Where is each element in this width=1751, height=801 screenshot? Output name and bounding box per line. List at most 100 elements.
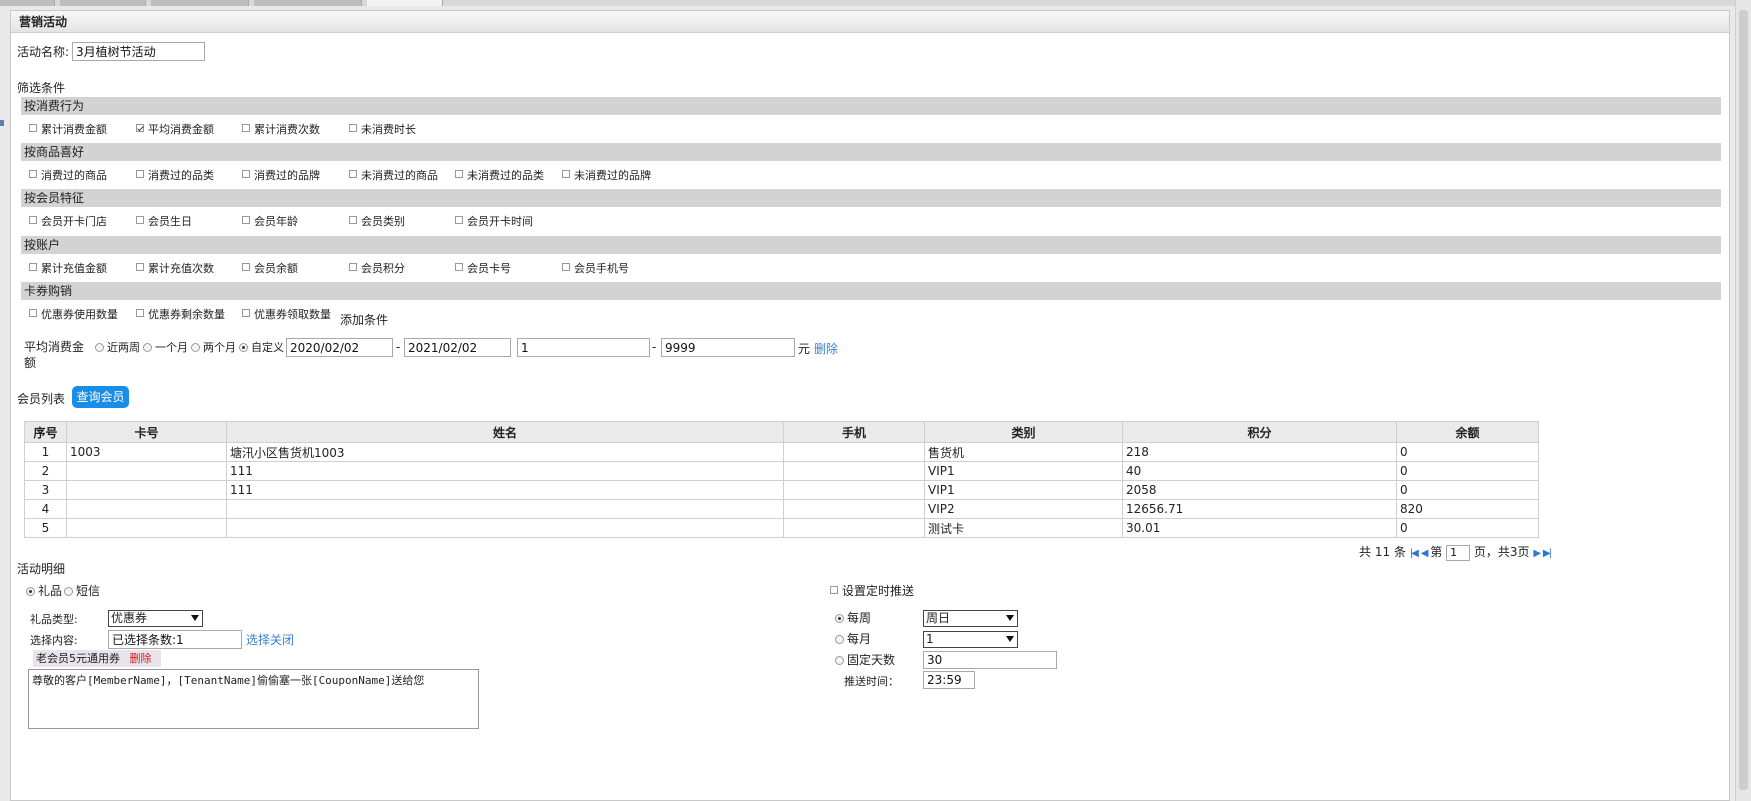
close-link[interactable]: 关闭 bbox=[270, 631, 294, 648]
filter-title: 筛选条件 bbox=[17, 81, 66, 95]
message-textarea[interactable]: 尊敬的客户[MemberName]，[TenantName]偷偷塞一张[Coup… bbox=[28, 669, 479, 729]
section-member-features: 按会员特征 bbox=[21, 189, 1721, 207]
add-condition-button[interactable]: 添加条件 bbox=[340, 311, 388, 328]
cb-consumed-goods[interactable]: 消费过的商品 bbox=[29, 168, 107, 184]
cb-total-amount[interactable]: 累计消费金额 bbox=[29, 122, 107, 138]
left-edge-marker bbox=[0, 120, 4, 126]
radio-monthly[interactable]: 每月 bbox=[835, 631, 871, 647]
cb-consumed-brand[interactable]: 消费过的品牌 bbox=[242, 168, 320, 184]
cb-birthday[interactable]: 会员生日 bbox=[136, 214, 192, 230]
table-row[interactable]: 3 111 VIP1 2058 0 bbox=[24, 480, 1539, 500]
cb-balance[interactable]: 会员余额 bbox=[242, 261, 298, 277]
condition-delete-link[interactable]: 删除 bbox=[814, 340, 838, 357]
condition-label: 平均消费金额 bbox=[24, 340, 85, 370]
cell-type: VIP1 bbox=[924, 461, 1123, 481]
table-row[interactable]: 5 测试卡 30.01 0 bbox=[24, 518, 1539, 538]
cell-points: 218 bbox=[1122, 442, 1397, 462]
pager-page-suffix: 页，共3页 bbox=[1473, 545, 1530, 559]
cb-card-number[interactable]: 会员卡号 bbox=[455, 261, 511, 277]
cell-balance: 0 bbox=[1396, 461, 1539, 481]
first-page-icon[interactable]: |◀ bbox=[1410, 548, 1419, 559]
tab-3[interactable] bbox=[151, 0, 249, 6]
cb-recharge-count[interactable]: 累计充值次数 bbox=[136, 261, 214, 277]
radio-two-months[interactable]: 两个月 bbox=[191, 340, 236, 356]
radio-custom[interactable]: 自定义 bbox=[239, 340, 284, 356]
cell-type: 测试卡 bbox=[924, 518, 1123, 538]
cb-no-consume-duration[interactable]: 未消费时长 bbox=[349, 122, 416, 138]
radio-icon bbox=[143, 343, 152, 352]
weekly-select[interactable]: 周日 bbox=[923, 610, 1018, 627]
radio-icon bbox=[835, 656, 844, 665]
radio-icon bbox=[95, 343, 104, 352]
cb-member-type[interactable]: 会员类别 bbox=[349, 214, 405, 230]
cb-not-consumed-brand[interactable]: 未消费过的品牌 bbox=[562, 168, 651, 184]
query-member-button[interactable]: 查询会员 bbox=[72, 386, 129, 408]
select-link[interactable]: 选择 bbox=[246, 631, 270, 648]
checkbox-icon bbox=[455, 263, 463, 271]
cb-total-count[interactable]: 累计消费次数 bbox=[242, 122, 320, 138]
cb-coupon-used[interactable]: 优惠券使用数量 bbox=[29, 307, 118, 323]
amount-from-input[interactable] bbox=[517, 338, 650, 357]
cb-consumed-category[interactable]: 消费过的品类 bbox=[136, 168, 214, 184]
cell-index: 2 bbox=[24, 461, 67, 481]
date-to-input[interactable] bbox=[404, 338, 511, 357]
radio-fixed-days[interactable]: 固定天数 bbox=[835, 652, 895, 668]
fixed-days-input[interactable] bbox=[923, 651, 1057, 669]
cb-not-consumed-category[interactable]: 未消费过的品类 bbox=[455, 168, 544, 184]
page-number-input[interactable] bbox=[1446, 544, 1471, 561]
select-content-input[interactable] bbox=[108, 630, 242, 649]
next-page-icon[interactable]: ▶ bbox=[1533, 548, 1541, 559]
cell-card-no bbox=[66, 518, 227, 538]
cb-age[interactable]: 会员年龄 bbox=[242, 214, 298, 230]
checkbox-icon bbox=[242, 170, 250, 178]
cb-points[interactable]: 会员积分 bbox=[349, 261, 405, 277]
checkbox-icon bbox=[242, 309, 250, 317]
vertical-scrollbar[interactable] bbox=[1735, 0, 1751, 801]
date-from-input[interactable] bbox=[286, 338, 393, 357]
cb-average-amount[interactable]: 平均消费金额 bbox=[136, 122, 214, 138]
chevron-down-icon bbox=[1006, 615, 1014, 621]
pager-total: 11 bbox=[1374, 545, 1391, 559]
cb-phone[interactable]: 会员手机号 bbox=[562, 261, 629, 277]
header-card-no: 卡号 bbox=[66, 421, 227, 443]
cb-coupon-received[interactable]: 优惠券领取数量 bbox=[242, 307, 331, 323]
tab-active[interactable] bbox=[367, 0, 443, 6]
prev-page-icon[interactable]: ◀ bbox=[1421, 548, 1429, 559]
table-row[interactable]: 1 1003 塘汛小区售货机1003 售货机 218 0 bbox=[24, 442, 1539, 462]
cb-card-store[interactable]: 会员开卡门店 bbox=[29, 214, 107, 230]
monthly-select[interactable]: 1 bbox=[923, 631, 1018, 648]
scrollbar-thumb[interactable] bbox=[1739, 10, 1748, 790]
cb-scheduled-push[interactable]: 设置定时推送 bbox=[830, 583, 914, 599]
checkbox-icon bbox=[455, 216, 463, 224]
cb-total-recharge[interactable]: 累计充值金额 bbox=[29, 261, 107, 277]
cb-card-time[interactable]: 会员开卡时间 bbox=[455, 214, 533, 230]
checkbox-icon bbox=[830, 586, 838, 594]
radio-two-weeks[interactable]: 近两周 bbox=[95, 340, 140, 356]
checkbox-icon bbox=[29, 309, 37, 317]
checkbox-icon bbox=[242, 263, 250, 271]
push-time-input[interactable] bbox=[923, 671, 975, 689]
last-page-icon[interactable]: ▶| bbox=[1543, 548, 1552, 559]
radio-gift[interactable]: 礼品 bbox=[26, 583, 62, 599]
radio-weekly[interactable]: 每周 bbox=[835, 610, 871, 626]
tab-1[interactable] bbox=[0, 0, 55, 6]
radio-sms[interactable]: 短信 bbox=[64, 583, 100, 599]
table-row[interactable]: 2 111 VIP1 40 0 bbox=[24, 461, 1539, 481]
pager-total-prefix: 共 bbox=[1359, 545, 1372, 559]
cell-name bbox=[226, 499, 784, 519]
coupon-delete-link[interactable]: 删除 bbox=[130, 652, 152, 665]
cb-not-consumed-goods[interactable]: 未消费过的商品 bbox=[349, 168, 438, 184]
top-tab-strip bbox=[0, 0, 1751, 6]
tab-2[interactable] bbox=[60, 0, 146, 6]
cb-coupon-remaining[interactable]: 优惠券剩余数量 bbox=[136, 307, 225, 323]
gift-type-select[interactable]: 优惠券 bbox=[108, 610, 203, 627]
checkbox-icon bbox=[29, 124, 37, 132]
tab-4[interactable] bbox=[254, 0, 362, 6]
activity-name-input[interactable] bbox=[72, 42, 205, 61]
gift-type-label: 礼品类型: bbox=[30, 613, 78, 626]
amount-to-input[interactable] bbox=[661, 338, 795, 357]
table-row[interactable]: 4 VIP2 12656.71 820 bbox=[24, 499, 1539, 519]
cell-phone bbox=[783, 461, 925, 481]
radio-one-month[interactable]: 一个月 bbox=[143, 340, 188, 356]
cell-points: 40 bbox=[1122, 461, 1397, 481]
